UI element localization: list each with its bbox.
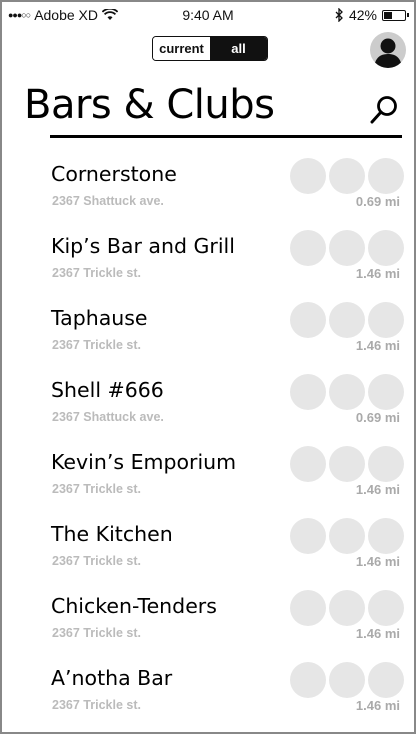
attendee-placeholder-avatar	[329, 158, 365, 194]
attendee-placeholder-avatar	[368, 302, 404, 338]
venue-address: 2367 Trickle st.	[52, 554, 141, 568]
bluetooth-icon	[335, 8, 343, 22]
attendee-placeholder-avatar	[368, 590, 404, 626]
attendee-placeholder-avatar	[290, 446, 326, 482]
battery-icon	[382, 9, 409, 21]
venue-attendee-avatars	[290, 374, 404, 410]
status-bar: ●●●○○ Adobe XD 9:40 AM 42%	[2, 2, 414, 30]
venue-address: 2367 Trickle st.	[52, 482, 141, 496]
person-silhouette-icon	[374, 38, 402, 68]
venue-address: 2367 Trickle st.	[52, 338, 141, 352]
venue-distance: 1.46 mi	[355, 338, 400, 353]
attendee-placeholder-avatar	[290, 518, 326, 554]
attendee-placeholder-avatar	[368, 158, 404, 194]
attendee-placeholder-avatar	[329, 662, 365, 698]
attendee-placeholder-avatar	[290, 590, 326, 626]
venue-address: 2367 Shattuck ave.	[52, 194, 164, 208]
attendee-placeholder-avatar	[329, 518, 365, 554]
venue-attendee-avatars	[290, 590, 404, 626]
venue-attendee-avatars	[290, 302, 404, 338]
venue-distance: 1.46 mi	[355, 482, 400, 497]
venue-address: 2367 Trickle st.	[52, 626, 141, 640]
battery-level	[384, 11, 392, 19]
venue-attendee-avatars	[290, 158, 404, 194]
app-screen: ●●●○○ Adobe XD 9:40 AM 42% current all B…	[0, 0, 416, 734]
search-icon[interactable]	[368, 94, 400, 126]
venue-list-item[interactable]: Taphause 2367 Trickle st. 1.46 mi	[2, 296, 414, 368]
venue-distance: 0.69 mi	[355, 194, 400, 209]
venue-distance: 1.46 mi	[355, 554, 400, 569]
venue-attendee-avatars	[290, 662, 404, 698]
venue-list: Cornerstone 2367 Shattuck ave. 0.69 mi Kip’…	[2, 152, 414, 728]
venue-attendee-avatars	[290, 230, 404, 266]
toggle-current[interactable]: current	[153, 37, 210, 60]
venue-name: Cornerstone	[51, 162, 177, 186]
venue-attendee-avatars	[290, 446, 404, 482]
venue-name: Taphause	[51, 306, 148, 330]
scope-toggle[interactable]: current all	[152, 36, 268, 61]
venue-name: Shell #666	[51, 378, 164, 402]
venue-list-item[interactable]: Shell #666 2367 Shattuck ave. 0.69 mi	[2, 368, 414, 440]
attendee-placeholder-avatar	[368, 374, 404, 410]
attendee-placeholder-avatar	[290, 662, 326, 698]
attendee-placeholder-avatar	[329, 302, 365, 338]
venue-address: 2367 Shattuck ave.	[52, 410, 164, 424]
venue-name: The Kitchen	[51, 522, 173, 546]
venue-list-item[interactable]: Chicken-Tenders 2367 Trickle st. 1.46 mi	[2, 584, 414, 656]
status-right: 42%	[335, 7, 409, 23]
attendee-placeholder-avatar	[368, 662, 404, 698]
attendee-placeholder-avatar	[329, 590, 365, 626]
page-title: Bars & Clubs	[24, 82, 275, 128]
venue-attendee-avatars	[290, 518, 404, 554]
attendee-placeholder-avatar	[329, 374, 365, 410]
venue-list-item[interactable]: Cornerstone 2367 Shattuck ave. 0.69 mi	[2, 152, 414, 224]
venue-address: 2367 Trickle st.	[52, 266, 141, 280]
venue-list-item[interactable]: A’notha Bar 2367 Trickle st. 1.46 mi	[2, 656, 414, 728]
attendee-placeholder-avatar	[290, 230, 326, 266]
venue-name: A’notha Bar	[51, 666, 173, 690]
attendee-placeholder-avatar	[368, 230, 404, 266]
title-divider	[50, 135, 402, 138]
venue-address: 2367 Trickle st.	[52, 698, 141, 712]
user-avatar-icon[interactable]	[370, 32, 406, 68]
attendee-placeholder-avatar	[290, 302, 326, 338]
venue-list-item[interactable]: The Kitchen 2367 Trickle st. 1.46 mi	[2, 512, 414, 584]
venue-name: Chicken-Tenders	[51, 594, 217, 618]
venue-distance: 1.46 mi	[355, 698, 400, 713]
venue-distance: 1.46 mi	[355, 266, 400, 281]
attendee-placeholder-avatar	[290, 158, 326, 194]
venue-distance: 0.69 mi	[355, 410, 400, 425]
attendee-placeholder-avatar	[329, 446, 365, 482]
venue-name: Kip’s Bar and Grill	[51, 234, 235, 258]
venue-distance: 1.46 mi	[355, 626, 400, 641]
venue-list-item[interactable]: Kevin’s Emporium 2367 Trickle st. 1.46 mi	[2, 440, 414, 512]
toggle-all[interactable]: all	[210, 37, 267, 60]
venue-name: Kevin’s Emporium	[51, 450, 237, 474]
attendee-placeholder-avatar	[368, 446, 404, 482]
attendee-placeholder-avatar	[329, 230, 365, 266]
attendee-placeholder-avatar	[290, 374, 326, 410]
venue-list-item[interactable]: Kip’s Bar and Grill 2367 Trickle st. 1.46 …	[2, 224, 414, 296]
battery-percent: 42%	[348, 7, 377, 23]
attendee-placeholder-avatar	[368, 518, 404, 554]
